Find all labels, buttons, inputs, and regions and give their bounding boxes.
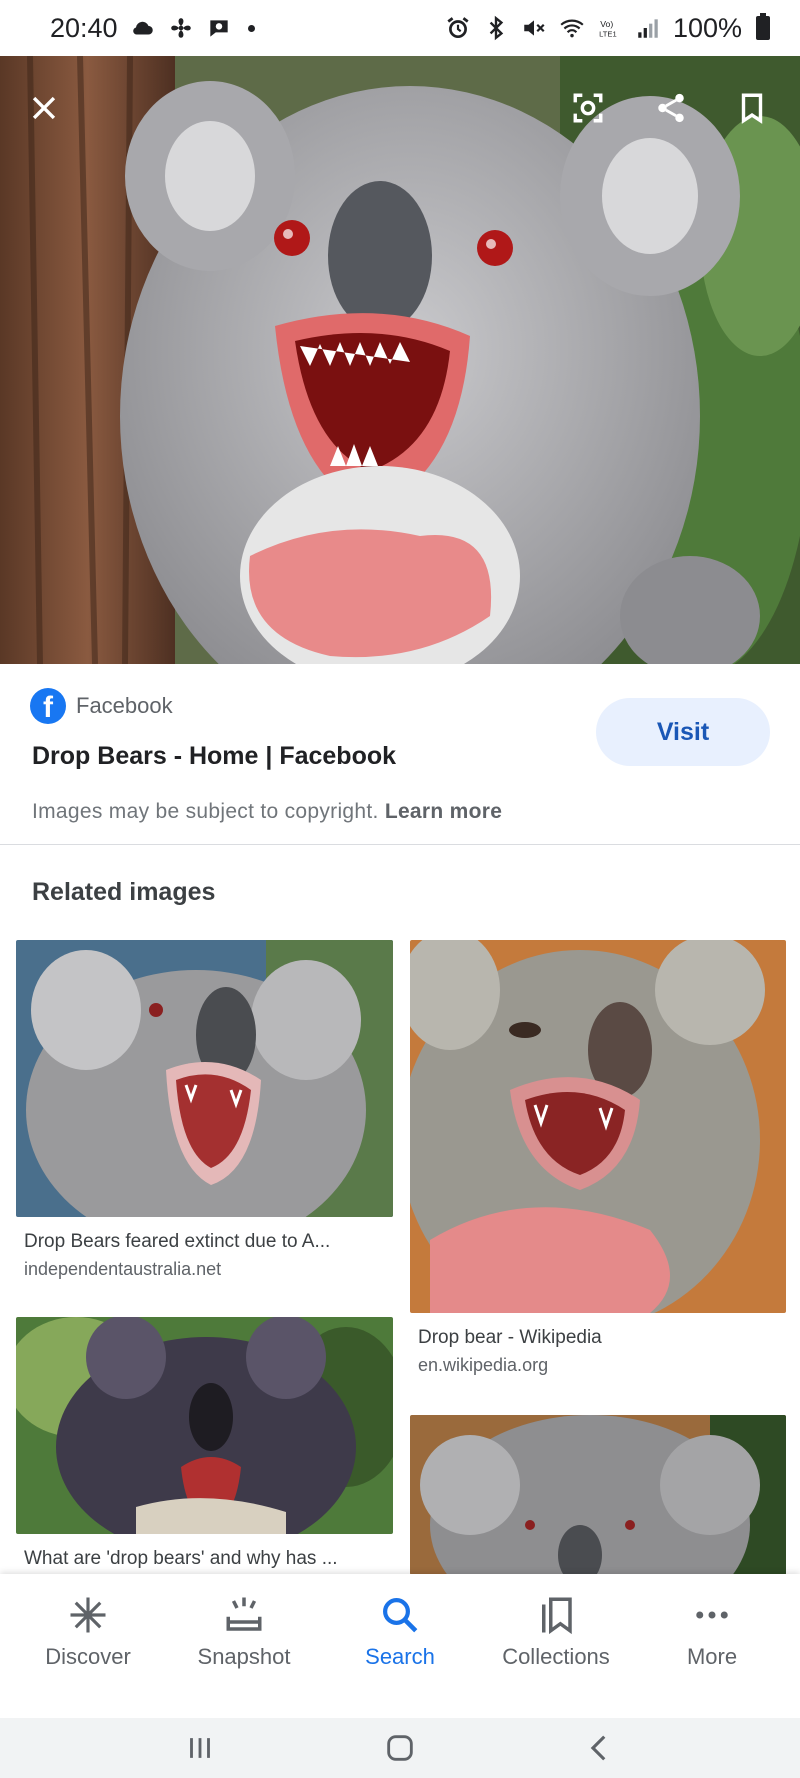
home-button[interactable] bbox=[370, 1723, 430, 1773]
svg-text:Vo): Vo) bbox=[600, 19, 613, 29]
related-image-thumbnail[interactable] bbox=[16, 1317, 393, 1534]
image-viewer bbox=[0, 56, 800, 664]
bottom-navigation: Discover Snapshot Search Collections Mor… bbox=[0, 1574, 800, 1718]
status-bar: 20:40 Vo) LTE1 100% bbox=[0, 0, 800, 56]
lens-button[interactable] bbox=[562, 82, 614, 134]
status-time: 20:40 bbox=[50, 12, 118, 43]
status-right: Vo) LTE1 100% bbox=[445, 13, 770, 44]
battery-icon bbox=[756, 13, 770, 40]
save-button[interactable] bbox=[726, 82, 778, 134]
back-icon bbox=[590, 1735, 606, 1761]
status-left: 20:40 bbox=[50, 13, 255, 44]
search-icon bbox=[383, 1598, 418, 1633]
page-title[interactable]: Drop Bears - Home | Facebook bbox=[32, 742, 396, 771]
related-image-source: independentaustralia.net bbox=[24, 1259, 222, 1279]
signal-icon bbox=[635, 15, 661, 41]
koala-thumbnail-3 bbox=[16, 1317, 393, 1534]
nav-discover[interactable]: Discover bbox=[13, 1574, 163, 1718]
koala-thumbnail-1 bbox=[16, 940, 393, 1217]
nav-search[interactable]: Search bbox=[325, 1574, 475, 1718]
alarm-icon bbox=[445, 15, 471, 41]
nav-more[interactable]: More bbox=[637, 1574, 787, 1718]
share-button[interactable] bbox=[645, 82, 697, 134]
related-image-title: Drop bear - Wikipedia bbox=[418, 1327, 602, 1348]
related-image-title: What are 'drop bears' and why has ... bbox=[24, 1548, 338, 1569]
nav-label: Snapshot bbox=[197, 1644, 291, 1669]
bookmark-icon bbox=[741, 93, 763, 124]
home-icon bbox=[387, 1735, 413, 1761]
battery-percent: 100% bbox=[672, 12, 742, 43]
system-navigation-bar bbox=[0, 1718, 800, 1778]
copyright-text: Images may be subject to copyright. bbox=[32, 800, 379, 823]
nav-label: More bbox=[686, 1644, 738, 1669]
related-image-card[interactable]: Drop Bears feared extinct due to A... in… bbox=[16, 940, 393, 1280]
bluetooth-icon bbox=[483, 15, 509, 41]
mute-icon bbox=[521, 15, 547, 41]
close-button[interactable] bbox=[18, 82, 70, 134]
related-image-thumbnail[interactable] bbox=[410, 1415, 786, 1575]
related-image-card[interactable]: What are 'drop bears' and why has ... bbox=[16, 1317, 393, 1570]
nav-label: Search bbox=[365, 1644, 435, 1669]
lens-icon bbox=[573, 93, 603, 123]
collections-icon bbox=[542, 1597, 572, 1635]
nav-label: Discover bbox=[45, 1644, 131, 1669]
svg-text:LTE1: LTE1 bbox=[599, 30, 617, 39]
chat-icon bbox=[206, 15, 232, 41]
related-image-thumbnail[interactable] bbox=[16, 940, 393, 1217]
related-image-thumbnail[interactable] bbox=[410, 940, 786, 1313]
fan-icon bbox=[168, 15, 194, 41]
recents-button[interactable] bbox=[170, 1723, 230, 1773]
site-name: Facebook bbox=[76, 693, 173, 718]
source-panel: f Facebook Drop Bears - Home | Facebook … bbox=[0, 664, 800, 845]
facebook-logo-icon: f bbox=[30, 688, 66, 724]
koala-thumbnail-4 bbox=[410, 1415, 786, 1575]
related-image-card[interactable] bbox=[410, 1415, 786, 1575]
nav-snapshot[interactable]: Snapshot bbox=[169, 1574, 319, 1718]
koala-main-image bbox=[0, 56, 800, 664]
back-button[interactable] bbox=[570, 1723, 630, 1773]
share-icon bbox=[658, 93, 684, 123]
volte-icon: Vo) LTE1 bbox=[597, 15, 623, 41]
learn-more-link[interactable]: Learn more bbox=[385, 800, 502, 823]
related-images-heading: Related images bbox=[32, 878, 216, 906]
cloud-icon bbox=[130, 15, 156, 41]
asterisk-icon bbox=[70, 1597, 106, 1633]
close-icon bbox=[32, 96, 56, 120]
nav-collections[interactable]: Collections bbox=[481, 1574, 631, 1718]
source-site[interactable]: f Facebook bbox=[30, 688, 173, 724]
snapshot-icon bbox=[226, 1597, 262, 1631]
notification-dot bbox=[247, 24, 255, 32]
copyright-notice: Images may be subject to copyright. Lear… bbox=[32, 800, 502, 824]
related-image-card[interactable]: Drop bear - Wikipedia en.wikipedia.org bbox=[410, 940, 786, 1376]
visit-button[interactable]: Visit bbox=[596, 698, 770, 766]
koala-thumbnail-2 bbox=[410, 940, 786, 1313]
related-image-title: Drop Bears feared extinct due to A... bbox=[24, 1231, 331, 1252]
wifi-icon bbox=[559, 15, 585, 41]
nav-label: Collections bbox=[502, 1644, 610, 1669]
more-icon bbox=[696, 1611, 728, 1619]
related-image-source: en.wikipedia.org bbox=[418, 1355, 549, 1375]
recents-icon bbox=[190, 1738, 210, 1758]
